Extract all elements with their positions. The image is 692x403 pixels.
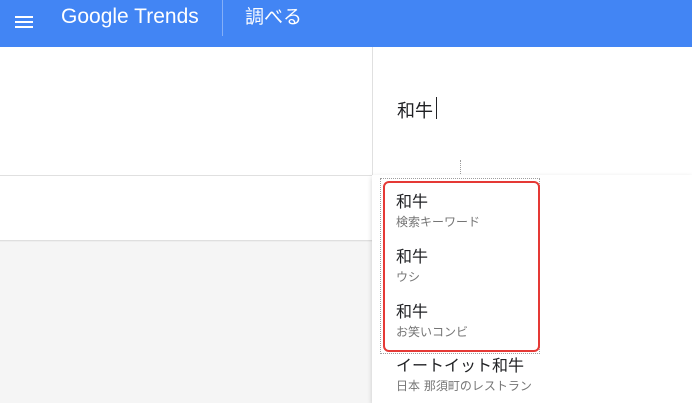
topbar-divider (222, 0, 223, 36)
left-panel-shadow (0, 240, 372, 242)
left-panel (0, 47, 372, 240)
google-trends-logo[interactable]: Google Trends (61, 4, 199, 30)
left-panel-divider (0, 175, 372, 176)
suggestion-item[interactable]: 和牛 ウシ (396, 247, 676, 285)
suggestion-item[interactable]: 和牛 検索キーワード (396, 192, 676, 230)
suggestion-type: ウシ (396, 270, 421, 284)
suggestion-title: 和牛 (396, 302, 429, 321)
text-caret (436, 97, 437, 119)
suggestion-item[interactable]: 和牛 お笑いコンビ (396, 302, 676, 340)
suggestion-type: お笑いコンビ (396, 325, 469, 339)
suggestion-title: 和牛 (396, 247, 429, 266)
suggestion-title: 和牛 (396, 192, 429, 211)
google-trends-explore-page: Google Trends 調べる 和牛 検索キーワード 和牛 ウシ 和牛 お笑… (0, 0, 692, 403)
top-app-bar: Google Trends 調べる (0, 0, 692, 47)
suggestion-type: 日本 那須町のレストラン (396, 379, 532, 393)
page-title: 調べる (245, 6, 303, 28)
suggestion-item[interactable]: イートイット和牛 日本 那須町のレストラン (396, 356, 676, 394)
suggestion-title: イートイット和牛 (396, 356, 525, 375)
suggestion-type: 検索キーワード (396, 215, 481, 229)
hamburger-menu-icon[interactable] (12, 10, 36, 34)
